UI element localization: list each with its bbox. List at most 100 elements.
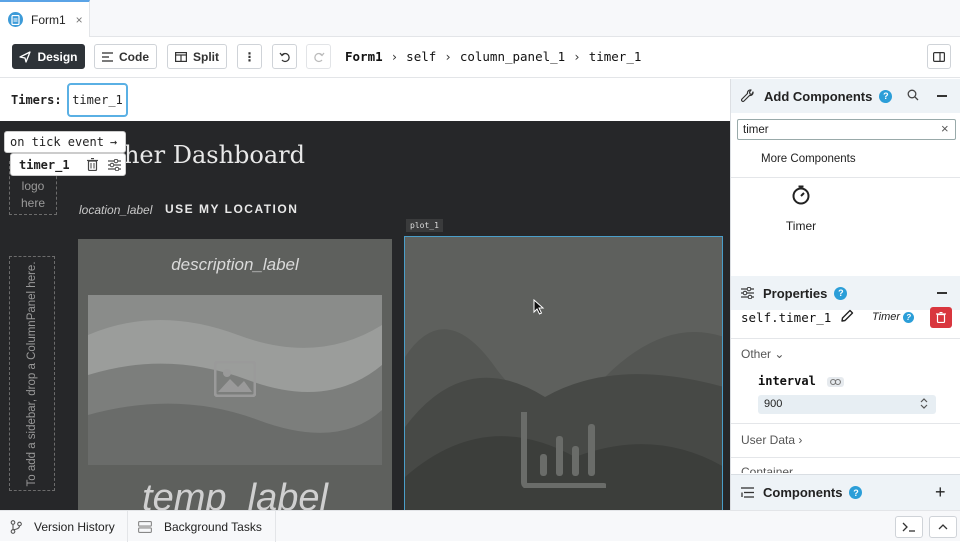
divider [731, 338, 960, 339]
chevron-down-icon: ⌄ [774, 347, 785, 361]
image-placeholder[interactable] [88, 295, 382, 465]
file-icon [8, 12, 23, 27]
close-icon[interactable]: × [76, 13, 83, 27]
help-icon[interactable]: ? [879, 89, 893, 103]
component-name[interactable]: self.timer_1 [741, 310, 831, 325]
split-button[interactable]: Split [167, 44, 227, 69]
component-type: Timer ? [872, 311, 915, 323]
text-lines-icon [102, 51, 113, 62]
timer-component-item[interactable]: Timer [771, 185, 831, 233]
clear-search-icon[interactable]: × [941, 121, 949, 136]
collapse-icon[interactable] [937, 292, 947, 294]
chevron-right-icon: › [390, 49, 399, 64]
plot-component[interactable] [404, 236, 723, 510]
timers-bar: Timers: timer_1 [0, 79, 730, 121]
section-user-data-label: User Data [741, 433, 796, 447]
breadcrumb-form1[interactable]: Form1 [345, 49, 383, 64]
toggle-panel-button[interactable] [927, 44, 951, 69]
more-components-link[interactable]: More Components [761, 153, 856, 165]
design-button[interactable]: Design [12, 44, 85, 69]
tab-bar: Form1 × [0, 0, 960, 37]
timer-popup: timer_1 [10, 153, 126, 176]
help-icon[interactable]: ? [849, 486, 863, 499]
chevron-right-icon: › [798, 433, 803, 447]
section-other[interactable]: Other ⌄ [741, 347, 784, 361]
components-header[interactable]: Components ? + [731, 474, 960, 510]
section-other-label: Other [741, 347, 772, 361]
stepper-icon[interactable] [920, 397, 928, 410]
use-location-button[interactable]: USE MY LOCATION [165, 202, 298, 216]
interval-value: 900 [764, 398, 783, 410]
tab-label: Form1 [31, 12, 66, 27]
breadcrumb-self[interactable]: self [406, 49, 436, 64]
breadcrumb-timer[interactable]: timer_1 [589, 49, 642, 64]
panel-icon [933, 51, 945, 62]
sidebar-drop-zone[interactable]: To add a sidebar, drop a ColumnPanel her… [9, 256, 55, 491]
mouse-cursor-icon [533, 299, 545, 315]
sidebar-hint-text: To add a sidebar, drop a ColumnPanel her… [26, 260, 38, 487]
arrow-right-icon: → [109, 135, 118, 149]
components-title: Components [763, 485, 843, 500]
design-canvas[interactable]: logo here To add a sidebar, drop a Colum… [0, 121, 730, 510]
help-icon[interactable]: ? [903, 312, 915, 323]
expand-button[interactable] [929, 516, 957, 538]
timers-label: Timers: [11, 93, 62, 107]
temp-label[interactable]: temp_label [78, 477, 392, 510]
logo-text: here [20, 196, 46, 210]
chart-icon [520, 412, 606, 488]
delete-component-button[interactable] [930, 307, 952, 328]
sliders-icon[interactable] [103, 154, 125, 176]
version-history-button[interactable]: Version History [0, 511, 128, 542]
timer-chip[interactable]: timer_1 [67, 83, 128, 117]
section-container[interactable]: Container [741, 465, 793, 473]
help-icon[interactable]: ? [834, 286, 848, 300]
undo-button[interactable] [272, 44, 297, 69]
section-user-data[interactable]: User Data › [741, 433, 802, 447]
background-tasks-label: Background Tasks [164, 519, 262, 534]
dashboard-title[interactable]: ather Dashboard [100, 141, 305, 169]
breadcrumb-column-panel[interactable]: column_panel_1 [460, 49, 565, 64]
logo-text: logo [21, 179, 45, 193]
trash-icon[interactable] [82, 154, 104, 176]
timer-component-label: Timer [785, 219, 817, 233]
code-button[interactable]: Code [94, 44, 157, 69]
design-label: Design [37, 49, 78, 64]
git-branch-icon [10, 519, 22, 534]
image-icon [214, 361, 256, 397]
version-history-label: Version History [34, 519, 115, 534]
send-icon [19, 50, 32, 63]
chevron-right-icon: › [444, 49, 452, 64]
add-components-header[interactable]: Add Components ? [731, 79, 960, 113]
list-icon [741, 487, 754, 498]
interval-property: interval [758, 374, 845, 388]
add-icon[interactable]: + [935, 482, 946, 503]
properties-header[interactable]: Properties ? [731, 276, 960, 310]
redo-button[interactable] [306, 44, 331, 69]
location-label[interactable]: location_label [79, 203, 152, 217]
chevron-right-icon: › [573, 49, 581, 64]
split-icon [175, 51, 187, 62]
add-components-title: Add Components [764, 88, 873, 104]
link-icon[interactable] [827, 376, 845, 387]
properties-title: Properties [763, 285, 828, 301]
interval-input[interactable]: 900 [758, 395, 936, 414]
wrench-icon [741, 89, 755, 103]
description-label[interactable]: description_label [78, 255, 392, 275]
timer-name: timer_1 [19, 157, 70, 172]
code-label: Code [119, 49, 149, 64]
on-tick-event-button[interactable]: on tick event → [4, 131, 126, 153]
more-options-button[interactable]: ⋮ [237, 44, 262, 69]
more-icon: ⋮ [243, 49, 256, 64]
background-tasks-button[interactable]: Background Tasks [128, 511, 276, 542]
pencil-icon[interactable] [841, 309, 854, 322]
bottom-bar: Version History Background Tasks [0, 510, 960, 542]
weather-card[interactable]: description_label temp_label [78, 239, 392, 510]
interval-label: interval [758, 374, 816, 388]
collapse-icon[interactable] [937, 95, 947, 97]
breadcrumb: Form1 › self › column_panel_1 › timer_1 [345, 49, 641, 64]
search-icon[interactable] [907, 89, 919, 101]
terminal-icon [902, 522, 916, 532]
tab-form1[interactable]: Form1 × [0, 0, 90, 37]
terminal-button[interactable] [895, 516, 923, 538]
component-search-input[interactable] [737, 119, 956, 140]
